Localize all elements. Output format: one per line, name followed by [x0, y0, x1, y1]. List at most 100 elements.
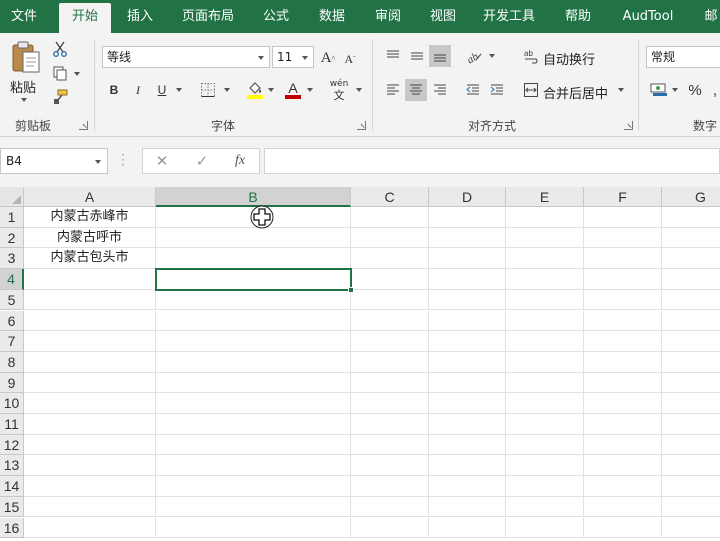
row-header-10[interactable]: 10	[0, 393, 24, 414]
row-header-14[interactable]: 14	[0, 476, 24, 497]
cell-e12[interactable]	[506, 434, 584, 456]
font-color-dropdown-arrow[interactable]	[307, 88, 313, 92]
row-header-13[interactable]: 13	[0, 455, 24, 477]
cell-g3[interactable]	[662, 248, 720, 270]
column-header-g[interactable]: G	[662, 187, 720, 207]
cell-c9[interactable]	[351, 372, 429, 394]
merge-center-label[interactable]: 合并后居中	[543, 83, 608, 102]
cell-a7[interactable]	[24, 331, 156, 352]
cell-d9[interactable]	[429, 372, 506, 394]
cell-e15[interactable]	[506, 496, 584, 518]
decrease-indent-icon[interactable]	[462, 79, 484, 101]
cell-a16[interactable]	[24, 517, 156, 539]
orientation-icon[interactable]: ab	[462, 45, 486, 67]
align-bottom-icon[interactable]	[429, 45, 451, 67]
cell-d11[interactable]	[429, 414, 506, 435]
cell-f14[interactable]	[584, 476, 662, 497]
cell-g14[interactable]	[662, 476, 720, 497]
cell-g4[interactable]	[662, 269, 720, 290]
cell-g11[interactable]	[662, 414, 720, 435]
tab-mailings-partial[interactable]: 邮	[696, 0, 720, 33]
column-header-f[interactable]: F	[584, 187, 662, 207]
column-header-d[interactable]: D	[429, 187, 506, 207]
cell-c7[interactable]	[351, 331, 429, 352]
select-all-button[interactable]	[0, 187, 24, 207]
increase-indent-icon[interactable]	[486, 79, 508, 101]
cell-c13[interactable]	[351, 455, 429, 477]
cell-d1[interactable]	[429, 207, 506, 228]
cell-f15[interactable]	[584, 496, 662, 518]
cell-c6[interactable]	[351, 310, 429, 332]
cell-b8[interactable]	[156, 351, 351, 373]
cell-b16[interactable]	[156, 517, 351, 539]
fill-color-dropdown-arrow[interactable]	[268, 88, 274, 92]
cell-f13[interactable]	[584, 455, 662, 477]
align-center-icon[interactable]	[405, 79, 427, 101]
cell-c1[interactable]	[351, 207, 429, 228]
cell-a15[interactable]	[24, 496, 156, 518]
tab-help[interactable]: 帮助	[556, 0, 600, 33]
cell-f7[interactable]	[584, 331, 662, 352]
cell-c16[interactable]	[351, 517, 429, 539]
column-header-b[interactable]: B	[156, 187, 351, 207]
paste-label[interactable]: 粘贴	[10, 77, 36, 96]
cell-a14[interactable]	[24, 476, 156, 497]
cell-d15[interactable]	[429, 496, 506, 518]
cancel-entry-icon[interactable]: ✕	[149, 149, 175, 173]
cell-c14[interactable]	[351, 476, 429, 497]
paste-icon[interactable]	[8, 39, 44, 75]
cell-e8[interactable]	[506, 351, 584, 373]
accounting-dropdown-arrow[interactable]	[672, 88, 678, 92]
cell-g9[interactable]	[662, 373, 720, 394]
copy-icon[interactable]	[49, 63, 71, 83]
tab-review[interactable]: 审阅	[366, 0, 410, 33]
cell-f5[interactable]	[584, 289, 662, 311]
cell-b4[interactable]	[156, 269, 351, 290]
underline-button[interactable]: U	[152, 79, 172, 101]
cell-f2[interactable]	[584, 227, 662, 249]
cell-g7[interactable]	[662, 331, 720, 352]
decrease-font-size-icon[interactable]: Aˇ	[341, 49, 359, 69]
cell-f6[interactable]	[584, 310, 662, 332]
cell-a13[interactable]	[24, 455, 156, 477]
font-size-combo[interactable]: 11	[272, 46, 314, 68]
cell-f11[interactable]	[584, 414, 662, 435]
cell-a9[interactable]	[24, 372, 156, 394]
fill-color-icon[interactable]	[244, 78, 266, 102]
row-header-7[interactable]: 7	[0, 331, 24, 352]
format-painter-icon[interactable]	[49, 87, 71, 107]
accounting-format-icon[interactable]	[648, 79, 670, 101]
cell-f10[interactable]	[584, 393, 662, 414]
tab-view[interactable]: 视图	[421, 0, 465, 33]
name-box[interactable]: B4	[0, 148, 108, 174]
cell-a12[interactable]	[24, 434, 156, 456]
row-header-6[interactable]: 6	[0, 310, 24, 332]
cell-d16[interactable]	[429, 517, 506, 539]
column-header-c[interactable]: C	[351, 187, 429, 207]
cell-g15[interactable]	[662, 497, 720, 518]
cell-c2[interactable]	[351, 227, 429, 249]
column-header-e[interactable]: E	[506, 187, 584, 207]
cell-b9[interactable]	[156, 372, 351, 394]
cell-e14[interactable]	[506, 476, 584, 497]
cell-e4[interactable]	[506, 269, 584, 290]
font-name-combo[interactable]: 等线	[102, 46, 270, 68]
cell-b7[interactable]	[156, 331, 351, 352]
cell-b6[interactable]	[156, 310, 351, 332]
cell-c4[interactable]	[351, 269, 429, 290]
worksheet-grid[interactable]: A B C D E F G 1 内蒙古赤峰市 2 内蒙古呼市 3 内蒙古包头市 4 5 6 7 8 9 10 11 12 1…	[0, 187, 720, 541]
cell-c12[interactable]	[351, 434, 429, 456]
cell-d12[interactable]	[429, 434, 506, 456]
phonetic-dropdown-arrow[interactable]	[356, 88, 362, 92]
row-header-5[interactable]: 5	[0, 289, 24, 311]
tab-insert[interactable]: 插入	[118, 0, 162, 33]
cell-g5[interactable]	[662, 290, 720, 311]
row-header-4[interactable]: 4	[0, 269, 24, 290]
cell-d5[interactable]	[429, 289, 506, 311]
align-left-icon[interactable]	[382, 79, 404, 101]
cell-e2[interactable]	[506, 227, 584, 249]
cell-e13[interactable]	[506, 455, 584, 477]
cell-d10[interactable]	[429, 393, 506, 414]
cell-e1[interactable]	[506, 207, 584, 228]
underline-dropdown-arrow[interactable]	[176, 88, 182, 92]
